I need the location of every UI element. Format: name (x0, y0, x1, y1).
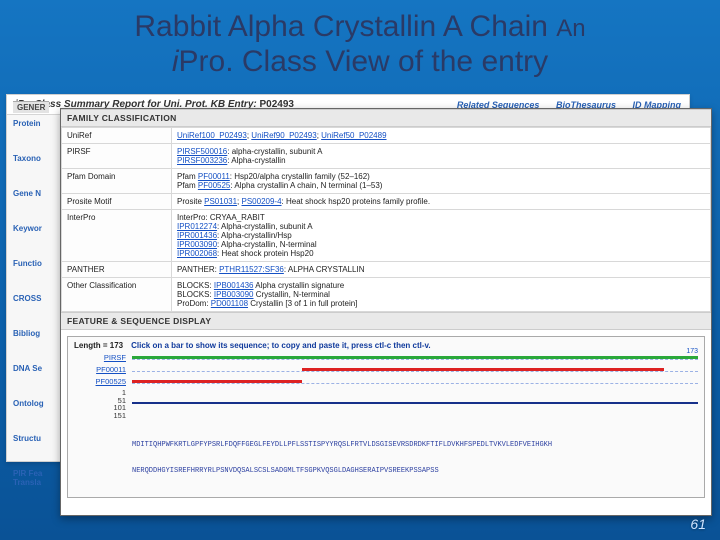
uniref-link[interactable]: UniRef50_P02489 (321, 131, 386, 140)
table-row: InterPro InterPro: CRYAA_RABIT IPR012274… (62, 210, 711, 262)
panther-link[interactable]: PTHR11527:SF36 (219, 265, 284, 274)
track-label[interactable]: PIRSF (74, 353, 126, 362)
track-pf00525: PF00525 (74, 377, 698, 386)
table-row: Pfam Domain Pfam PF00011: Hsp20/alpha cr… (62, 169, 711, 194)
row-val: InterPro: CRYAA_RABIT IPR012274: Alpha-c… (172, 210, 711, 262)
sidebar-item[interactable]: Gene N (13, 189, 44, 198)
row-val: PIRSF500016: alpha-crystallin, subunit A… (172, 144, 711, 169)
row-val: PANTHER: PTHR11527:SF36: ALPHA CRYSTALLI… (172, 262, 711, 278)
sequence-line: NERQDDHGYISREFHRRYRLPSNVDQSALSCSLSADGMLT… (132, 467, 698, 476)
sequence-text: MDITIQHPWFKRTLGPFYPSRLFDQFFGEGLFEYDLLPFL… (74, 423, 698, 493)
title-i: i (172, 45, 179, 78)
sidebar-item[interactable]: Functio (13, 259, 44, 268)
ruler-nums: 1 51 101 151 (74, 389, 126, 419)
sidebar-labels: Protein Taxono Gene N Keywor Functio CRO… (13, 119, 44, 487)
pirsf-link[interactable]: PIRSF500016 (177, 147, 227, 156)
prosite-link[interactable]: PS00209-4 (242, 197, 282, 206)
row-val: Pfam PF00011: Hsp20/alpha crystallin fam… (172, 169, 711, 194)
row-key: InterPro (62, 210, 172, 262)
track-pirsf: PIRSF 173 (74, 353, 698, 362)
row-key: PANTHER (62, 262, 172, 278)
track-bar[interactable] (132, 368, 698, 372)
sidebar-item[interactable]: DNA Se (13, 364, 44, 373)
track-bar[interactable]: 173 (132, 356, 698, 360)
row-val: UniRef100_P02493; UniRef90_P02493; UniRe… (172, 128, 711, 144)
uniref-link[interactable]: UniRef90_P02493 (251, 131, 316, 140)
section-feature: FEATURE & SEQUENCE DISPLAY (61, 312, 711, 330)
other-link[interactable]: IPB001436 (214, 281, 254, 290)
sidebar-item[interactable]: Keywor (13, 224, 44, 233)
prosite-link[interactable]: PS01031 (204, 197, 237, 206)
table-row: PANTHER PANTHER: PTHR11527:SF36: ALPHA C… (62, 262, 711, 278)
table-row: Other Classification BLOCKS: IPB001436 A… (62, 278, 711, 312)
track-label[interactable]: PF00011 (74, 365, 126, 374)
track-ruler: 1 51 101 151 (74, 389, 698, 419)
panel-area: iProClass Summary Report for Uni. Prot. … (0, 94, 720, 522)
track-bar[interactable] (132, 380, 698, 384)
pfam-link[interactable]: PF00011 (198, 172, 230, 181)
other-link[interactable]: IPB003090 (214, 290, 254, 299)
interpro-link[interactable]: IPR001436 (177, 231, 217, 240)
interpro-link[interactable]: IPR002068 (177, 249, 217, 258)
uniref-link[interactable]: UniRef100_P02493 (177, 131, 247, 140)
title-main: Rabbit Alpha Crystallin A Chain (134, 10, 548, 43)
table-row: PIRSF PIRSF500016: alpha-crystallin, sub… (62, 144, 711, 169)
track-end: 173 (686, 348, 698, 355)
pirsf-link[interactable]: PIRSF003236 (177, 156, 227, 165)
sidebar-item[interactable]: Ontolog (13, 399, 44, 408)
slide: Rabbit Alpha Crystallin A Chain An iPro.… (0, 0, 720, 540)
row-key: UniRef (62, 128, 172, 144)
feature-hint: Click on a bar to show its sequence; to … (131, 341, 430, 350)
seq-length: Length = 173 (74, 341, 123, 350)
row-key: Prosite Motif (62, 194, 172, 210)
pfam-link[interactable]: PF00525 (198, 181, 230, 190)
page-number: 61 (690, 516, 706, 532)
row-key: Other Classification (62, 278, 172, 312)
title-an: An (556, 15, 585, 42)
track-bar (132, 402, 698, 406)
sidebar-item[interactable]: Protein (13, 119, 44, 128)
interpro-link[interactable]: IPR003090 (177, 240, 217, 249)
sequence-line: MDITIQHPWFKRTLGPFYPSRLFDQFFGEGLFEYDLLPFL… (132, 441, 698, 450)
sidebar-item[interactable]: Taxono (13, 154, 44, 163)
other-link[interactable]: PD001108 (211, 299, 248, 308)
title-rest: Pro. Class View of the entry (179, 45, 549, 78)
sidebar-gener: GENER (13, 101, 49, 113)
table-row: Prosite Motif Prosite PS01031; PS00209-4… (62, 194, 711, 210)
feature-box: Length = 173 Click on a bar to show its … (67, 336, 705, 498)
feature-top: Length = 173 Click on a bar to show its … (74, 341, 698, 350)
row-val: BLOCKS: IPB001436 Alpha crystallin signa… (172, 278, 711, 312)
row-val: Prosite PS01031; PS00209-4: Heat shock h… (172, 194, 711, 210)
sidebar-item[interactable]: CROSS (13, 294, 44, 303)
section-family: FAMILY CLASSIFICATION (61, 109, 711, 127)
track-label[interactable]: PF00525 (74, 377, 126, 386)
track-pf00011: PF00011 (74, 365, 698, 374)
sidebar-item[interactable]: Bibliog (13, 329, 44, 338)
family-table: UniRef UniRef100_P02493; UniRef90_P02493… (61, 127, 711, 312)
sidebar-item[interactable]: PIR Fea Transla (13, 469, 44, 487)
interpro-link[interactable]: IPR012274 (177, 222, 217, 231)
content-pane: FAMILY CLASSIFICATION UniRef UniRef100_P… (60, 108, 712, 516)
slide-title: Rabbit Alpha Crystallin A Chain An iPro.… (0, 0, 720, 85)
table-row: UniRef UniRef100_P02493; UniRef90_P02493… (62, 128, 711, 144)
row-key: PIRSF (62, 144, 172, 169)
row-key: Pfam Domain (62, 169, 172, 194)
sidebar-item[interactable]: Structu (13, 434, 44, 443)
